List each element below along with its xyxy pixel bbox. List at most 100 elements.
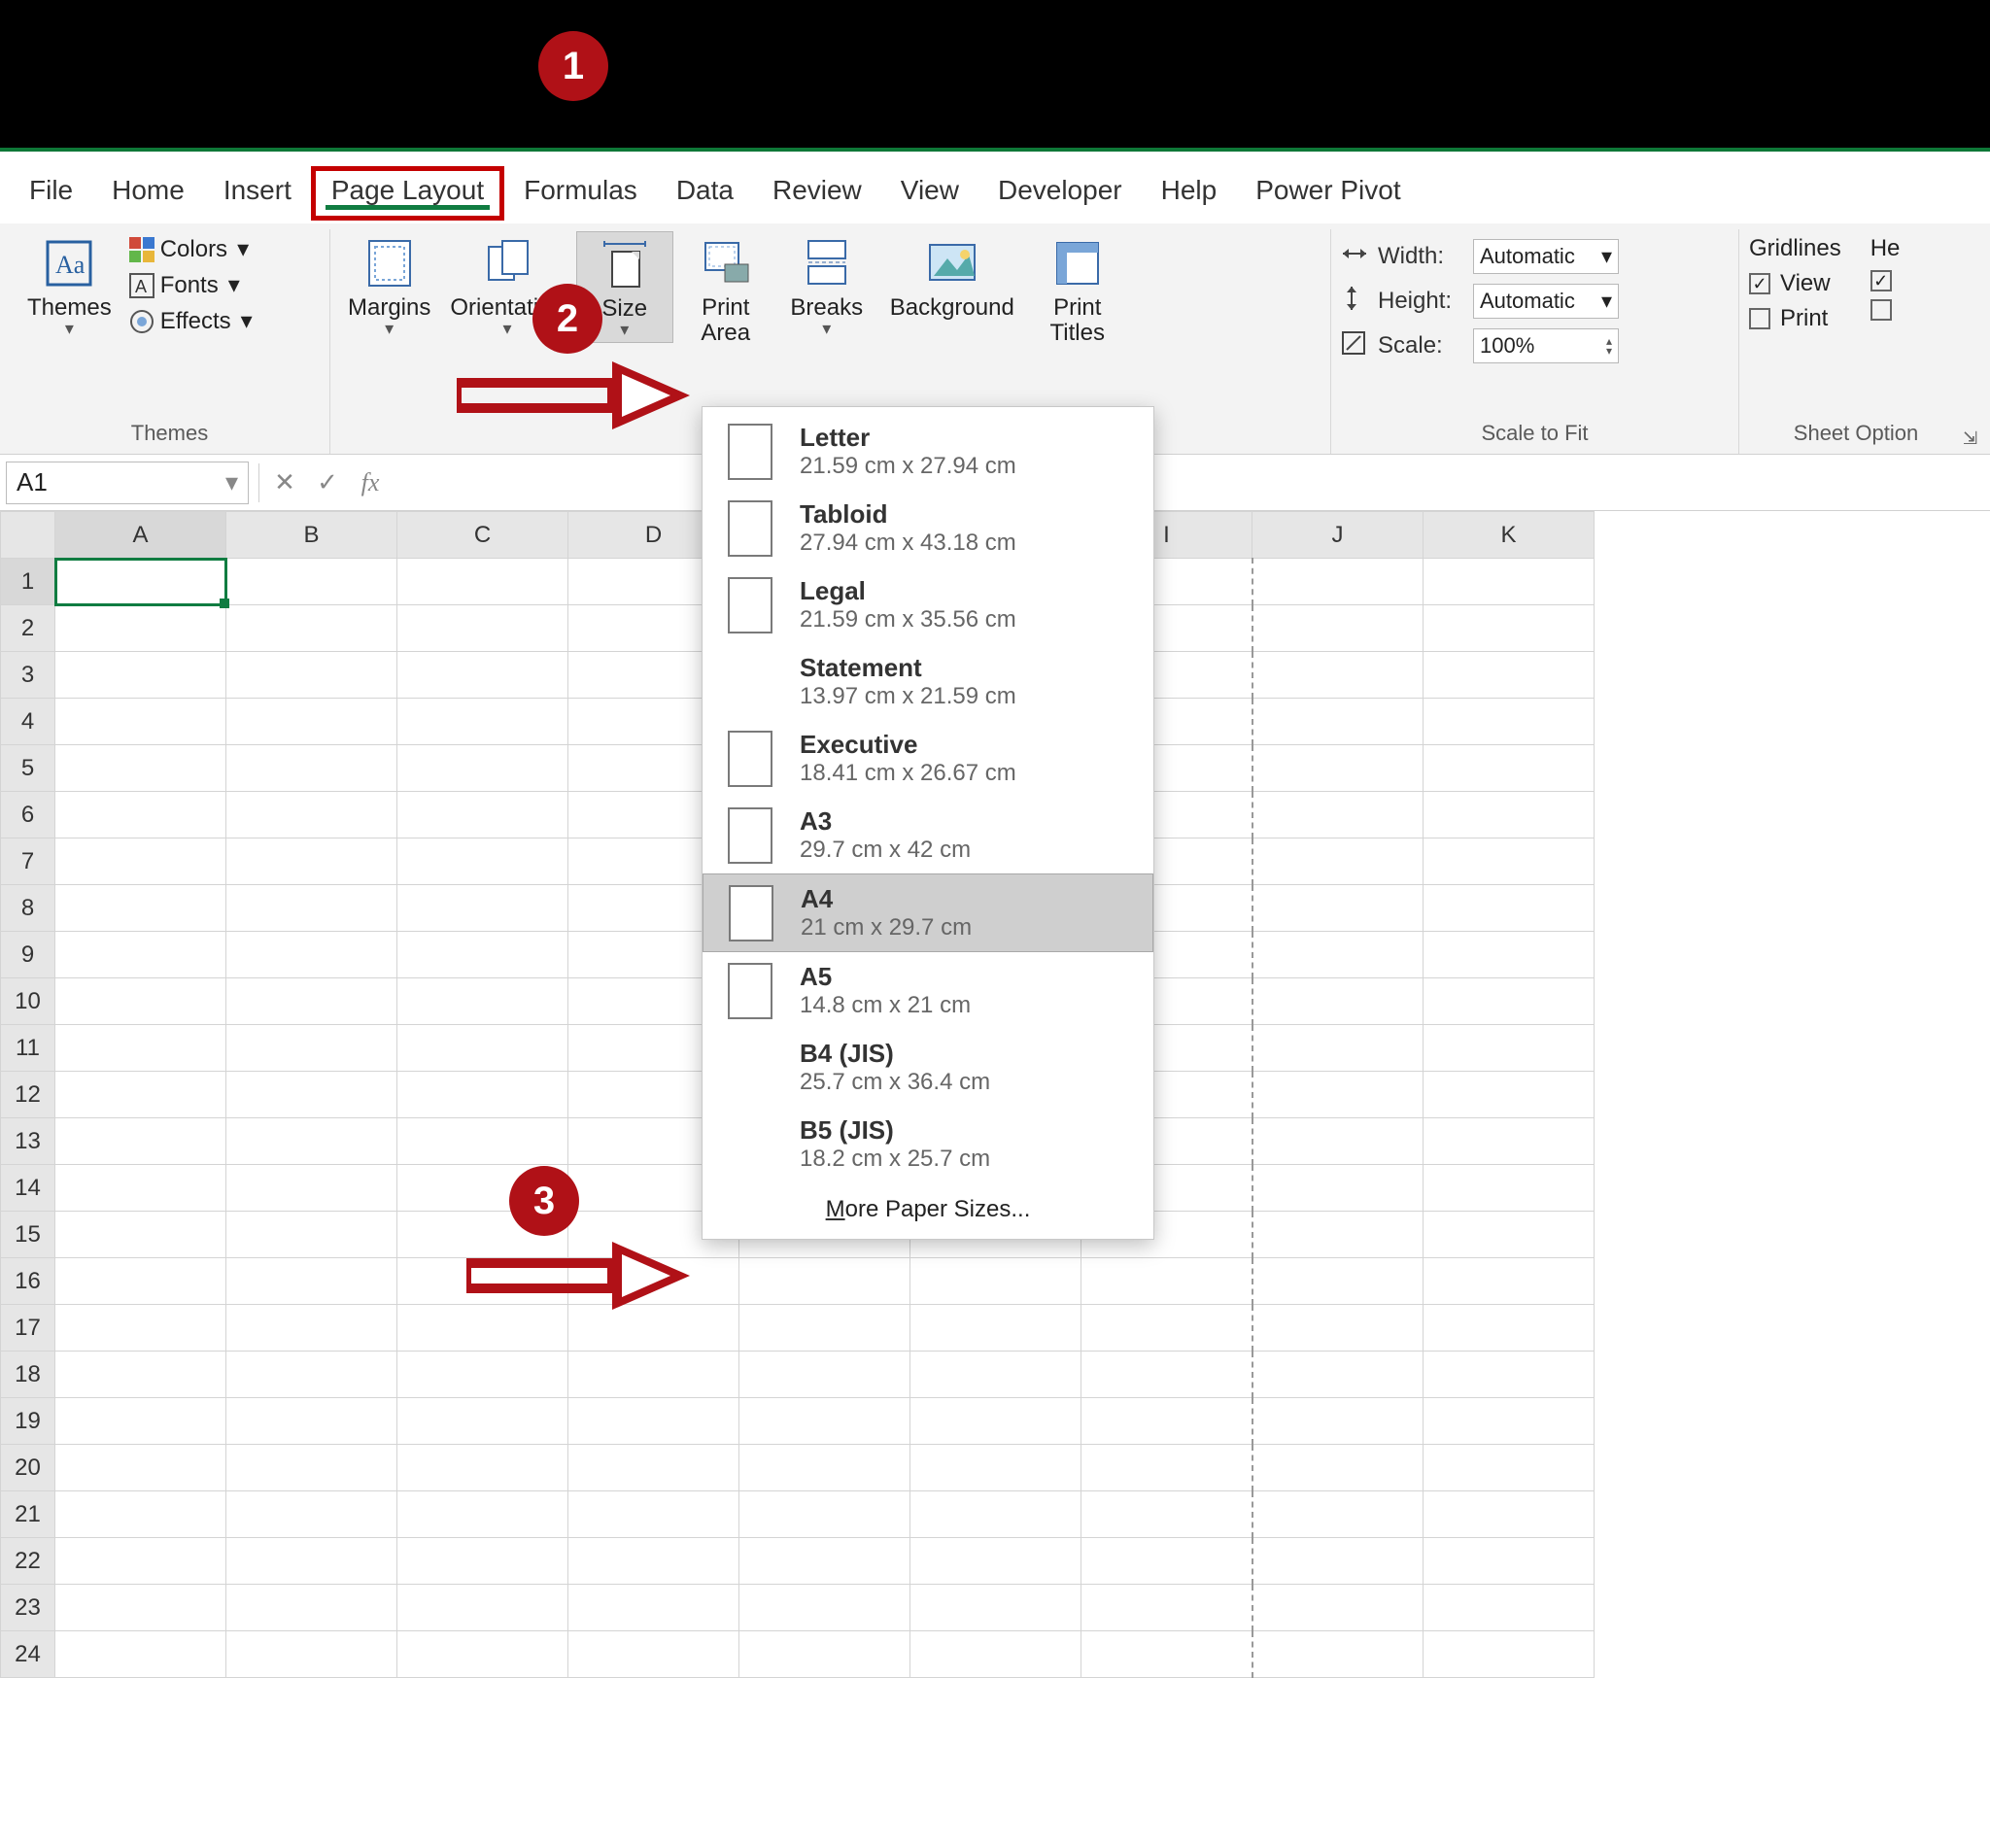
cell-G23[interactable] [739,1585,910,1631]
cell-I18[interactable] [1081,1352,1252,1398]
tab-view[interactable]: View [881,167,978,220]
cell-G19[interactable] [739,1398,910,1445]
cell-B24[interactable] [226,1631,397,1678]
cell-B23[interactable] [226,1585,397,1631]
cell-K3[interactable] [1424,652,1595,699]
size-option-letter[interactable]: Letter21.59 cm x 27.94 cm [703,413,1153,490]
tab-file[interactable]: File [10,167,92,220]
row-header-21[interactable]: 21 [1,1491,55,1538]
cell-D16[interactable] [568,1258,739,1305]
size-option-a3[interactable]: A329.7 cm x 42 cm [703,797,1153,873]
cell-B16[interactable] [226,1258,397,1305]
cell-B14[interactable] [226,1165,397,1212]
cell-A22[interactable] [55,1538,226,1585]
cell-A3[interactable] [55,652,226,699]
cell-H20[interactable] [910,1445,1081,1491]
cell-B3[interactable] [226,652,397,699]
tab-data[interactable]: Data [657,167,753,220]
cell-J2[interactable] [1252,605,1424,652]
row-header-12[interactable]: 12 [1,1072,55,1118]
cell-J14[interactable] [1252,1165,1424,1212]
size-option-b4-jis-[interactable]: B4 (JIS)25.7 cm x 36.4 cm [703,1029,1153,1106]
cell-C24[interactable] [397,1631,568,1678]
col-header-B[interactable]: B [226,512,397,559]
cell-B9[interactable] [226,932,397,978]
effects-button[interactable]: Effects▾ [123,303,258,339]
row-header-17[interactable]: 17 [1,1305,55,1352]
cell-A8[interactable] [55,885,226,932]
cell-C23[interactable] [397,1585,568,1631]
cell-J12[interactable] [1252,1072,1424,1118]
cell-K4[interactable] [1424,699,1595,745]
colors-button[interactable]: Colors▾ [123,231,258,267]
cell-A17[interactable] [55,1305,226,1352]
cell-B11[interactable] [226,1025,397,1072]
cell-I19[interactable] [1081,1398,1252,1445]
cell-K24[interactable] [1424,1631,1595,1678]
cell-D22[interactable] [568,1538,739,1585]
tab-page-layout[interactable]: Page Layout [311,166,504,221]
size-option-b5-jis-[interactable]: B5 (JIS)18.2 cm x 25.7 cm [703,1106,1153,1182]
row-header-15[interactable]: 15 [1,1212,55,1258]
cell-J23[interactable] [1252,1585,1424,1631]
size-option-statement[interactable]: Statement13.97 cm x 21.59 cm [703,643,1153,720]
cell-C19[interactable] [397,1398,568,1445]
cell-A21[interactable] [55,1491,226,1538]
scale-launcher-icon[interactable]: ⇲ [1963,428,1984,450]
cell-B19[interactable] [226,1398,397,1445]
cell-A24[interactable] [55,1631,226,1678]
cell-G22[interactable] [739,1538,910,1585]
cell-C13[interactable] [397,1118,568,1165]
size-option-a4[interactable]: A421 cm x 29.7 cm [703,873,1153,952]
cell-J7[interactable] [1252,838,1424,885]
cell-A2[interactable] [55,605,226,652]
cell-C10[interactable] [397,978,568,1025]
cell-C4[interactable] [397,699,568,745]
cell-B2[interactable] [226,605,397,652]
cell-C8[interactable] [397,885,568,932]
cell-K1[interactable] [1424,559,1595,605]
cell-B8[interactable] [226,885,397,932]
cell-J19[interactable] [1252,1398,1424,1445]
orientation-button[interactable]: Orientation ▾ [442,231,571,341]
cell-A20[interactable] [55,1445,226,1491]
cell-D17[interactable] [568,1305,739,1352]
cell-K22[interactable] [1424,1538,1595,1585]
more-paper-sizes[interactable]: More Paper Sizes... [703,1182,1153,1239]
cell-J16[interactable] [1252,1258,1424,1305]
row-header-1[interactable]: 1 [1,559,55,605]
cell-D21[interactable] [568,1491,739,1538]
cell-J21[interactable] [1252,1491,1424,1538]
cell-C12[interactable] [397,1072,568,1118]
headings-view-checkbox[interactable]: ✓ [1870,266,1901,295]
tab-home[interactable]: Home [92,167,204,220]
cell-D23[interactable] [568,1585,739,1631]
cell-J9[interactable] [1252,932,1424,978]
col-header-K[interactable]: K [1424,512,1595,559]
row-header-8[interactable]: 8 [1,885,55,932]
cell-D24[interactable] [568,1631,739,1678]
cell-I17[interactable] [1081,1305,1252,1352]
cell-H24[interactable] [910,1631,1081,1678]
col-header-J[interactable]: J [1252,512,1424,559]
cell-B20[interactable] [226,1445,397,1491]
cell-K12[interactable] [1424,1072,1595,1118]
size-option-a5[interactable]: A514.8 cm x 21 cm [703,952,1153,1029]
cell-J3[interactable] [1252,652,1424,699]
cell-A10[interactable] [55,978,226,1025]
cell-D20[interactable] [568,1445,739,1491]
cell-C17[interactable] [397,1305,568,1352]
cell-B12[interactable] [226,1072,397,1118]
cell-J15[interactable] [1252,1212,1424,1258]
cell-K10[interactable] [1424,978,1595,1025]
cell-H23[interactable] [910,1585,1081,1631]
cell-K23[interactable] [1424,1585,1595,1631]
cell-C11[interactable] [397,1025,568,1072]
size-button[interactable]: Size ▾ [576,231,673,343]
cell-G20[interactable] [739,1445,910,1491]
formula-enter-button[interactable]: ✓ [306,467,349,497]
cell-A19[interactable] [55,1398,226,1445]
cell-A5[interactable] [55,745,226,792]
tab-help[interactable]: Help [1142,167,1237,220]
cell-J11[interactable] [1252,1025,1424,1072]
